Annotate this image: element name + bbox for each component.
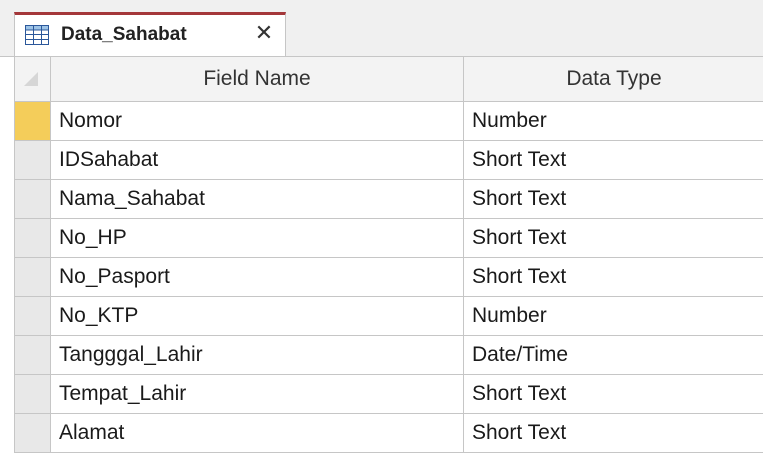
data-type-cell[interactable]: Short Text bbox=[464, 141, 763, 179]
tab-data-sahabat[interactable]: Data_Sahabat ✕ bbox=[14, 12, 286, 56]
table-row[interactable]: Nama_Sahabat Short Text bbox=[15, 180, 763, 219]
data-type-cell[interactable]: Short Text bbox=[464, 180, 763, 218]
table-design-grid: Field Name Data Type Nomor Number IDSahaba… bbox=[14, 57, 763, 453]
column-header-data-type[interactable]: Data Type bbox=[464, 57, 763, 101]
table-row[interactable]: No_HP Short Text bbox=[15, 219, 763, 258]
data-type-cell[interactable]: Short Text bbox=[464, 414, 763, 452]
data-type-cell[interactable]: Short Text bbox=[464, 375, 763, 413]
grid-header: Field Name Data Type bbox=[15, 57, 763, 102]
row-selector[interactable] bbox=[15, 414, 51, 452]
field-name-cell[interactable]: Tangggal_Lahir bbox=[51, 336, 464, 374]
row-selector[interactable] bbox=[15, 141, 51, 179]
table-icon bbox=[25, 25, 49, 45]
row-selector[interactable] bbox=[15, 258, 51, 296]
close-icon[interactable]: ✕ bbox=[251, 21, 277, 47]
row-selector[interactable] bbox=[15, 336, 51, 374]
data-type-cell[interactable]: Number bbox=[464, 297, 763, 335]
document-tab-bar: Data_Sahabat ✕ bbox=[0, 0, 763, 57]
field-name-cell[interactable]: No_HP bbox=[51, 219, 464, 257]
table-row[interactable]: Tangggal_Lahir Date/Time bbox=[15, 336, 763, 375]
row-selector[interactable] bbox=[15, 102, 51, 140]
table-row[interactable]: IDSahabat Short Text bbox=[15, 141, 763, 180]
data-type-cell[interactable]: Number bbox=[464, 102, 763, 140]
table-row[interactable]: No_KTP Number bbox=[15, 297, 763, 336]
field-name-cell[interactable]: Tempat_Lahir bbox=[51, 375, 464, 413]
grid-rows: Nomor Number IDSahabat Short Text Nama_Sahab… bbox=[15, 102, 763, 453]
select-all-corner[interactable] bbox=[15, 57, 51, 101]
table-row[interactable]: No_Pasport Short Text bbox=[15, 258, 763, 297]
data-type-cell[interactable]: Short Text bbox=[464, 258, 763, 296]
field-name-cell[interactable]: Nomor bbox=[51, 102, 464, 140]
column-header-field-name[interactable]: Field Name bbox=[51, 57, 464, 101]
row-selector[interactable] bbox=[15, 219, 51, 257]
row-selector[interactable] bbox=[15, 297, 51, 335]
data-type-cell[interactable]: Short Text bbox=[464, 219, 763, 257]
field-name-cell[interactable]: Nama_Sahabat bbox=[51, 180, 464, 218]
field-name-cell[interactable]: No_KTP bbox=[51, 297, 464, 335]
field-name-cell[interactable]: Alamat bbox=[51, 414, 464, 452]
corner-triangle-icon bbox=[24, 72, 38, 86]
field-name-cell[interactable]: IDSahabat bbox=[51, 141, 464, 179]
table-row[interactable]: Nomor Number bbox=[15, 102, 763, 141]
row-selector[interactable] bbox=[15, 375, 51, 413]
table-row[interactable]: Alamat Short Text bbox=[15, 414, 763, 453]
tab-title: Data_Sahabat bbox=[61, 24, 187, 45]
field-name-cell[interactable]: No_Pasport bbox=[51, 258, 464, 296]
table-row[interactable]: Tempat_Lahir Short Text bbox=[15, 375, 763, 414]
data-type-cell[interactable]: Date/Time bbox=[464, 336, 763, 374]
row-selector[interactable] bbox=[15, 180, 51, 218]
